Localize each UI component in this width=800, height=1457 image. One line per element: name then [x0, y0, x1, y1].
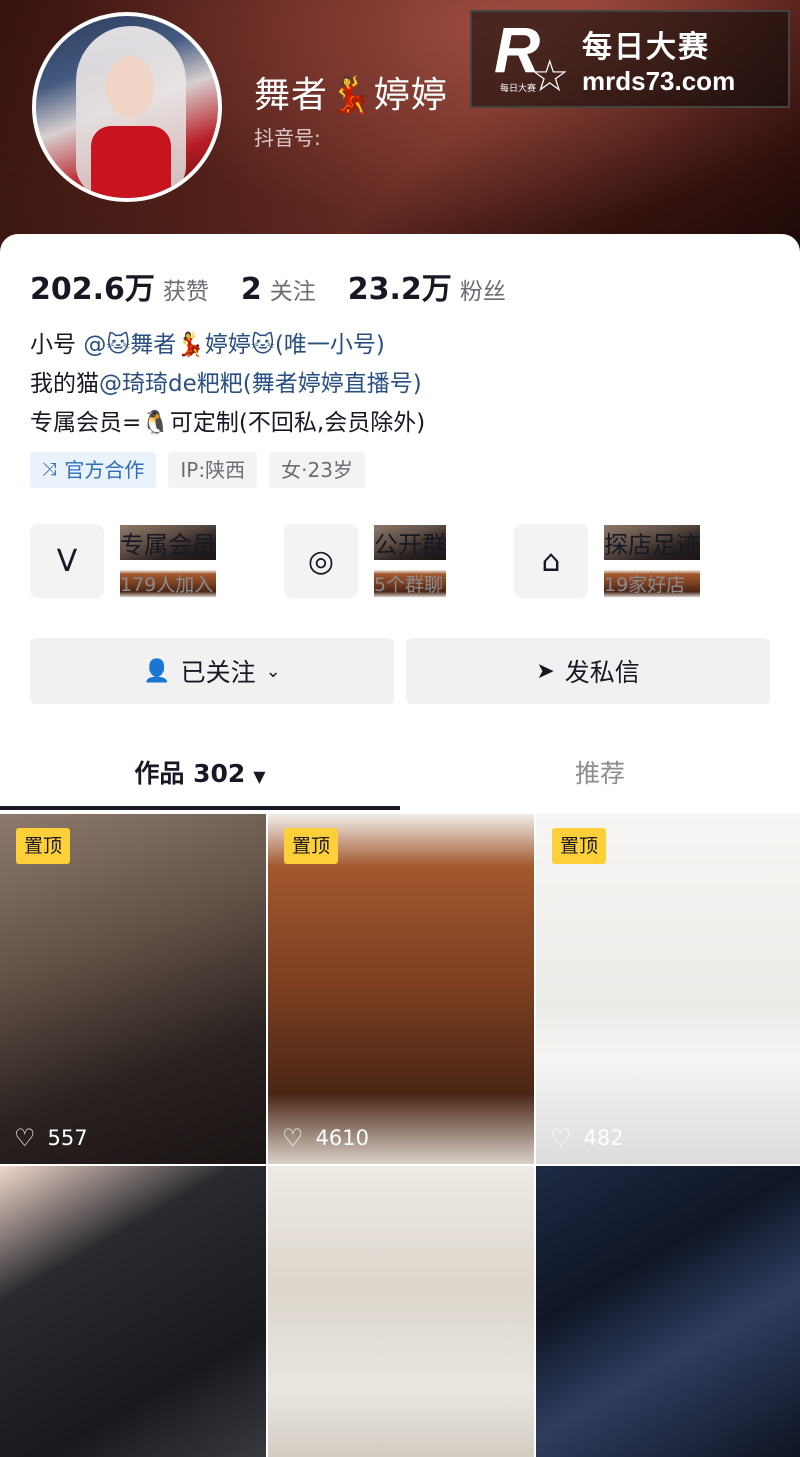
stat-number: 23.2万	[347, 272, 452, 307]
pinned-badge: 置顶	[16, 828, 71, 864]
tab-works[interactable]: 作品 302 ▼	[0, 744, 400, 814]
stat-following[interactable]: 2 关注	[241, 272, 316, 307]
star-icon: ☆	[530, 51, 570, 102]
stat-likes: 202.6万 获赞	[30, 264, 209, 308]
official-cooperation-tag[interactable]: ⤨ 官方合作	[30, 452, 157, 488]
service-entries: V 专属会员 179人加入 ◎ 公开群 5个群聊 ⌂ 探店足迹 19家好店	[30, 524, 770, 600]
chat-group-icon: ◎	[284, 524, 358, 598]
pinned-badge: 置顶	[284, 828, 339, 864]
service-text: 公开群 5个群聊	[374, 525, 446, 597]
caret-down-icon: ▼	[253, 767, 266, 786]
send-icon: ➤	[536, 658, 555, 684]
tab-label: 作品 302	[134, 759, 246, 788]
avatar-face	[106, 56, 154, 118]
tag-label: 官方合作	[64, 458, 145, 482]
profile-tags: ⤨ 官方合作 IP:陕西 女·23岁	[30, 452, 377, 488]
video-tile[interactable]	[268, 1166, 534, 1457]
gender-age-tag: 女·23岁	[269, 452, 365, 488]
followed-button[interactable]: 👤 已关注 ⌄	[30, 638, 394, 704]
profile-nickname: 舞者💃婷婷	[254, 75, 448, 116]
like-count: ♡ 4610	[282, 1124, 369, 1152]
heart-icon: ♡	[282, 1124, 304, 1152]
chevron-down-icon: ⌄	[265, 660, 281, 682]
store-icon: ⌂	[514, 524, 588, 598]
like-count: ♡ 557	[14, 1124, 88, 1152]
video-tile[interactable]	[536, 1166, 800, 1457]
like-count-value: 482	[583, 1126, 624, 1150]
service-title: 专属会员	[120, 525, 216, 560]
video-tile[interactable]: 置顶 ♡ 482	[536, 814, 800, 1164]
service-store-visits[interactable]: ⌂ 探店足迹 19家好店	[514, 524, 700, 598]
content-tabs: 作品 302 ▼ 推荐	[0, 744, 800, 814]
video-tile[interactable]: 置顶 ♡ 557	[0, 814, 266, 1164]
bio-mention-link[interactable]: @🐱舞者💃婷婷🐱	[83, 332, 275, 358]
watermark-logo-small: 每日大赛	[500, 84, 537, 94]
avatar-dress	[91, 126, 171, 198]
bio-text: 我的猫	[30, 371, 99, 397]
like-count-value: 557	[47, 1126, 88, 1150]
tag-label: 女·23岁	[281, 458, 353, 482]
service-subtitle: 179人加入	[120, 570, 216, 597]
watermark: R ☆ 每日大赛 每日大赛 mrds73.com	[470, 10, 790, 108]
watermark-title: 每日大赛	[582, 29, 710, 65]
tab-active-indicator	[0, 806, 400, 810]
watermark-url: mrds73.com	[582, 65, 736, 96]
bio-text: 小号	[30, 332, 76, 358]
bio-line-1: 小号 @🐱舞者💃婷婷🐱(唯一小号)	[30, 326, 425, 365]
douyin-id-label: 抖音号:	[254, 126, 321, 150]
service-public-group[interactable]: ◎ 公开群 5个群聊	[284, 524, 446, 598]
service-subtitle: 19家好店	[604, 570, 700, 597]
watermark-text: 每日大赛 mrds73.com	[582, 22, 735, 97]
bio-line-3: 专属会员=🐧可定制(不回私,会员除外)	[30, 410, 426, 436]
video-tile[interactable]	[0, 1166, 266, 1457]
stat-number: 202.6万	[30, 272, 155, 307]
bio-mention-link[interactable]: @琦琦de粑粑	[99, 371, 243, 397]
bio-line-2: 我的猫@琦琦de粑粑(舞者婷婷直播号)	[30, 365, 425, 404]
stat-followers[interactable]: 23.2万 粉丝	[348, 264, 506, 308]
pinned-badge: 置顶	[552, 828, 607, 864]
tab-label: 推荐	[574, 759, 625, 788]
stat-label: 获赞	[162, 279, 209, 305]
avatar[interactable]	[32, 12, 222, 202]
stat-label: 粉丝	[459, 279, 506, 305]
profile-card: 202.6万 获赞 2 关注 23.2万 粉丝 小号 @🐱舞者💃婷婷🐱(唯一小号…	[0, 234, 800, 1457]
message-label: 发私信	[564, 658, 640, 687]
like-count-value: 4610	[315, 1126, 369, 1150]
stats-row: 202.6万 获赞 2 关注 23.2万 粉丝	[30, 264, 538, 308]
profile-bio: 小号 @🐱舞者💃婷婷🐱(唯一小号) 我的猫@琦琦de粑粑(舞者婷婷直播号) 专属…	[30, 326, 425, 443]
user-check-icon: 👤	[143, 658, 171, 684]
message-button[interactable]: ➤ 发私信	[406, 638, 770, 704]
tab-recommend[interactable]: 推荐	[400, 744, 800, 814]
bio-mention-note: (唯一小号)	[274, 332, 385, 358]
service-text: 探店足迹 19家好店	[604, 525, 700, 597]
tag-label: IP:陕西	[180, 458, 246, 482]
handshake-icon: ⤨	[42, 459, 57, 480]
service-subtitle: 5个群聊	[374, 570, 446, 597]
service-title: 公开群	[374, 525, 446, 560]
heart-icon: ♡	[14, 1124, 36, 1152]
followed-label: 已关注	[180, 658, 256, 687]
service-title: 探店足迹	[604, 525, 700, 560]
video-tile[interactable]: 置顶 ♡ 4610	[268, 814, 534, 1164]
service-text: 专属会员 179人加入	[120, 525, 216, 597]
bio-mention-note: (舞者婷婷直播号)	[242, 371, 422, 397]
heart-icon: ♡	[550, 1124, 572, 1152]
vip-icon: V	[30, 524, 104, 598]
service-vip[interactable]: V 专属会员 179人加入	[30, 524, 216, 598]
like-count: ♡ 482	[550, 1124, 624, 1152]
profile-actions: 👤 已关注 ⌄ ➤ 发私信	[30, 638, 770, 704]
watermark-logo: R ☆ 每日大赛	[486, 13, 578, 105]
stat-label: 关注	[269, 279, 316, 305]
ip-location-tag: IP:陕西	[168, 452, 258, 488]
stat-number: 2	[240, 272, 262, 307]
